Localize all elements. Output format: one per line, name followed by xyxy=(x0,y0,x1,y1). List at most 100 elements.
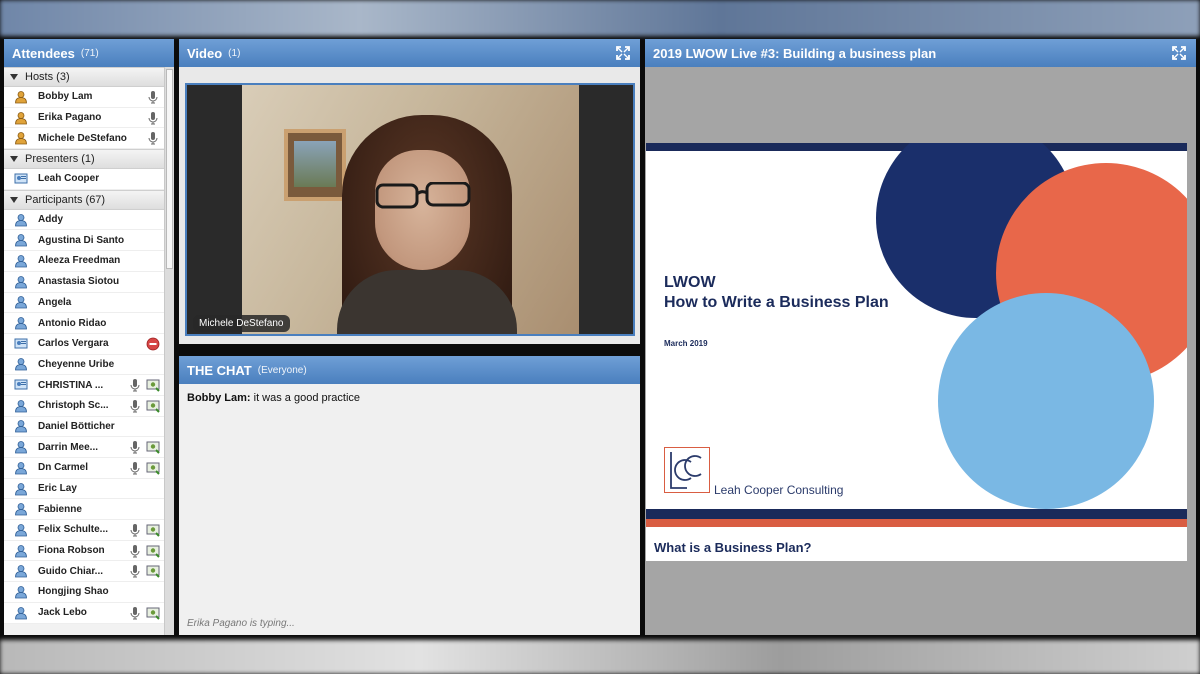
attendee-row[interactable]: Christoph Sc... xyxy=(4,395,164,417)
section-participants-label: Participants (67) xyxy=(25,193,106,206)
attendee-row[interactable]: Eric Lay xyxy=(4,478,164,500)
attendees-scrollbar[interactable] xyxy=(164,67,174,635)
attendee-name: Anastasia Siotou xyxy=(38,276,120,288)
attendee-row[interactable]: Fabienne xyxy=(4,499,164,521)
attendee-row[interactable]: Guido Chiar... xyxy=(4,561,164,583)
webcam-image xyxy=(242,85,579,334)
attendee-row[interactable]: Agustina Di Santo xyxy=(4,230,164,252)
attendee-row[interactable]: Addy xyxy=(4,209,164,231)
attendee-name: Erika Pagano xyxy=(38,112,102,124)
attendee-row[interactable]: Bobby Lam xyxy=(4,87,164,108)
attendee-row[interactable]: Dn Carmel xyxy=(4,458,164,479)
attendee-name: Antonio Ridao xyxy=(38,317,107,329)
attendee-name: Fiona Robson xyxy=(38,545,105,557)
attendee-row[interactable]: Fiona Robson xyxy=(4,540,164,562)
webcam-status-icon xyxy=(146,379,160,392)
host-icon xyxy=(15,111,27,124)
microphone-icon xyxy=(130,399,140,413)
attendee-name: Felix Schulte... xyxy=(38,524,109,536)
wall-picture xyxy=(284,129,346,201)
chat-scope: (Everyone) xyxy=(257,364,307,376)
light-blue-circle xyxy=(938,293,1154,509)
chat-message-author: Bobby Lam: xyxy=(187,392,251,404)
slide-title: LWOW How to Write a Business Plan xyxy=(664,273,889,313)
chat-title: THE CHAT xyxy=(187,362,252,378)
scrollbar-thumb[interactable] xyxy=(166,69,173,269)
video-title: Video xyxy=(187,45,223,61)
attendee-row[interactable]: Jack Lebo xyxy=(4,602,164,624)
microphone-icon xyxy=(148,111,158,125)
attendee-row[interactable]: Michele DeStefano xyxy=(4,128,164,150)
attendees-pod: Attendees (71) Hosts (3) Bobby Lam Erika … xyxy=(4,39,174,635)
attendee-name: Bobby Lam xyxy=(38,91,93,103)
next-slide-title: What is a Business Plan? xyxy=(646,535,1187,561)
attendee-name: CHRISTINA ... xyxy=(38,379,104,391)
webcam-status-icon xyxy=(146,607,160,620)
fullscreen-icon[interactable] xyxy=(1172,46,1186,60)
participant-icon xyxy=(15,234,27,247)
host-icon xyxy=(15,90,27,104)
attendee-row[interactable]: Leah Cooper xyxy=(4,169,164,190)
microphone-icon xyxy=(130,379,140,392)
attendee-name: Addy xyxy=(38,214,63,226)
webcam-status-icon xyxy=(146,400,160,413)
video-header: Video (1) xyxy=(179,39,640,67)
participant-icon xyxy=(15,420,27,433)
participant-icon xyxy=(15,358,27,371)
attendees-list: Hosts (3) Bobby Lam Erika Pagano Michele D… xyxy=(4,67,164,635)
attendee-row[interactable]: CHRISTINA ... xyxy=(4,375,164,396)
attendee-row[interactable]: Darrin Mee... xyxy=(4,437,164,458)
attendee-row[interactable]: Hongjing Shao xyxy=(4,582,164,603)
participant-icon xyxy=(15,317,27,330)
webcam-status-icon xyxy=(146,565,160,578)
lcc-logo xyxy=(664,447,710,493)
webcam-video[interactable]: Michele DeStefano xyxy=(185,83,635,336)
presenter-icon xyxy=(14,173,28,184)
attendee-row[interactable]: Cheyenne Uribe xyxy=(4,354,164,376)
chat-header: THE CHAT (Everyone) xyxy=(179,356,640,384)
attendees-header: Attendees (71) xyxy=(4,39,174,67)
participant-icon xyxy=(15,482,27,495)
section-hosts[interactable]: Hosts (3) xyxy=(4,67,164,87)
section-participants[interactable]: Participants (67) xyxy=(4,189,164,210)
participant-icon xyxy=(15,524,27,537)
attendees-count: (71) xyxy=(80,47,99,59)
host-icon xyxy=(15,132,27,145)
status-away-icon xyxy=(146,337,160,351)
attendee-row[interactable]: Daniel Bötticher xyxy=(4,416,164,438)
attendee-name: Daniel Bötticher xyxy=(38,420,115,432)
participant-icon xyxy=(15,606,27,620)
collapse-triangle-icon xyxy=(10,156,18,163)
attendee-row[interactable]: Erika Pagano xyxy=(4,107,164,129)
section-presenters[interactable]: Presenters (1) xyxy=(4,149,164,170)
participant-icon xyxy=(15,461,27,475)
attendee-row[interactable]: Anastasia Siotou xyxy=(4,271,164,293)
fullscreen-icon[interactable] xyxy=(616,46,630,60)
participant-icon xyxy=(15,296,27,309)
share-pod: 2019 LWOW Live #3: Building a business p… xyxy=(645,39,1196,635)
microphone-icon xyxy=(148,132,158,145)
attendee-row[interactable]: Carlos Vergara xyxy=(4,333,164,355)
participant-icon xyxy=(15,503,27,516)
background-top-band xyxy=(0,0,1200,36)
participant-icon xyxy=(15,213,27,226)
microphone-icon xyxy=(130,441,140,454)
webcam-status-icon xyxy=(146,545,160,558)
attendee-row[interactable]: Felix Schulte... xyxy=(4,520,164,541)
attendee-name: Leah Cooper xyxy=(38,173,100,185)
microphone-icon xyxy=(148,90,158,104)
share-title: 2019 LWOW Live #3: Building a business p… xyxy=(653,45,937,61)
chat-message-text: it was a good practice xyxy=(250,392,361,404)
collapse-triangle-icon xyxy=(10,196,18,203)
attendee-name: Jack Lebo xyxy=(38,607,87,619)
video-count: (1) xyxy=(228,47,241,59)
participant-icon xyxy=(15,255,27,268)
attendee-name: Fabienne xyxy=(38,503,82,515)
attendee-row[interactable]: Aleeza Freedman xyxy=(4,251,164,272)
attendee-row[interactable]: Angela xyxy=(4,292,164,314)
background-bottom-band xyxy=(0,640,1200,674)
slide-title-line1: LWOW xyxy=(664,274,716,291)
video-pod: Video (1) Michele DeStefano xyxy=(179,39,640,344)
attendee-row[interactable]: Antonio Ridao xyxy=(4,313,164,334)
slide-circles xyxy=(876,143,1187,509)
